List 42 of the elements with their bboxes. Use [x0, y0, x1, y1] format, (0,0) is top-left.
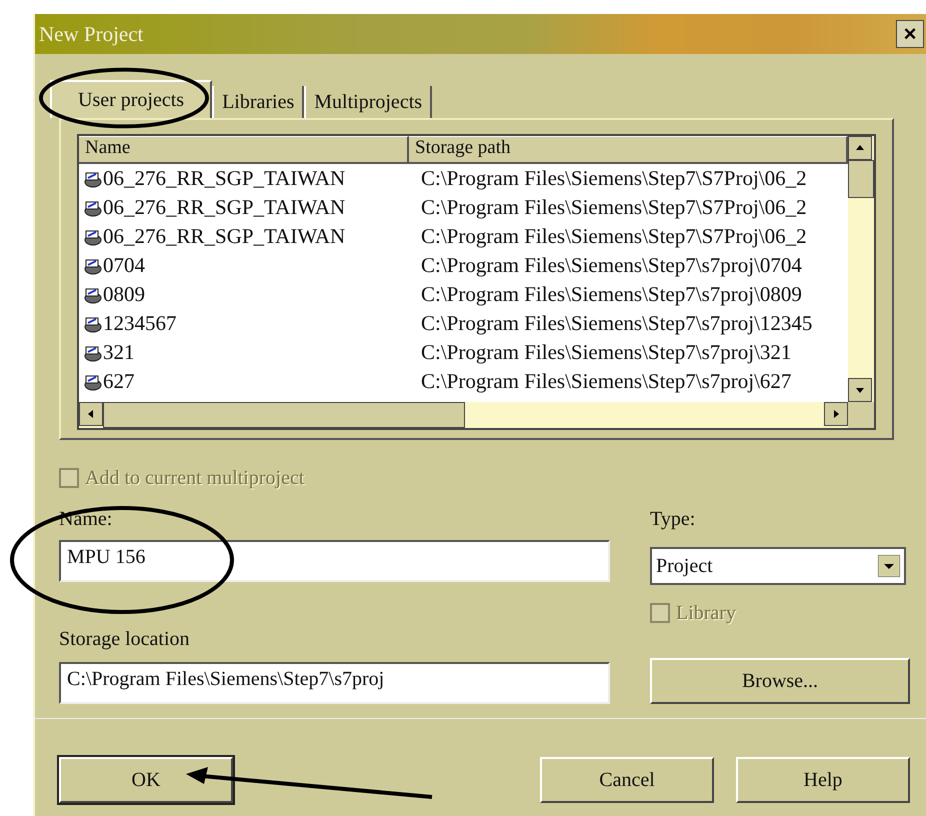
tab[interactable]: Multiprojects — [304, 86, 432, 118]
dropdown-arrow-icon — [878, 555, 900, 577]
table-cell-text: C:\Program Files\Siemens\Step7\s7proj\0704 — [420, 253, 803, 278]
input-field[interactable]: C:\Program Files\Siemens\Step7\s7proj — [59, 662, 610, 704]
window-title: New Project — [39, 22, 144, 46]
table-cell[interactable]: 06_276_RR_SGP_TAIWAN — [79, 166, 413, 191]
cancel-button[interactable]: Cancel — [540, 757, 714, 803]
field-label: Type: — [650, 508, 696, 532]
table-cell[interactable]: 06_276_RR_SGP_TAIWAN — [79, 224, 413, 249]
input-field[interactable]: MPU 156 — [59, 540, 610, 582]
field-label: Storage location — [59, 628, 191, 652]
horizontal-scrollbar[interactable] — [79, 402, 848, 428]
table-cell-text: C:\Program Files\Siemens\Step7\S7Proj\06_2 — [420, 224, 808, 249]
table-cell-text: C:\Program Files\Siemens\Step7\s7proj\12345 — [420, 311, 814, 336]
scroll-down-icon — [848, 378, 872, 402]
tab[interactable]: User projects — [50, 80, 212, 118]
table-cell[interactable]: 627 — [79, 369, 413, 394]
table-cell-text: C:\Program Files\Siemens\Step7\s7proj\321 — [420, 340, 792, 365]
scrollbar-corner — [848, 402, 874, 428]
column-header[interactable]: Storage path — [409, 136, 848, 164]
table-cell[interactable]: 06_276_RR_SGP_TAIWAN — [79, 195, 413, 220]
dropdown[interactable]: Project — [650, 547, 906, 585]
close-button[interactable]: × — [896, 20, 924, 48]
table-cell[interactable]: 0704 — [79, 253, 413, 278]
help-button[interactable]: Help — [736, 757, 910, 803]
vertical-scrollbar[interactable] — [848, 136, 874, 402]
checkbox-label: Add to current multiproject — [85, 466, 304, 490]
scrollbar-thumb[interactable] — [848, 160, 874, 198]
table-cell-text: C:\Program Files\Siemens\Step7\s7proj\0809 — [420, 282, 803, 307]
table-cell[interactable]: 1234567 — [79, 311, 413, 336]
tab[interactable]: Libraries — [212, 86, 304, 118]
scrollbar-thumb[interactable] — [103, 402, 465, 428]
checkbox-label: Library — [676, 602, 736, 624]
table-cell-text: C:\Program Files\Siemens\Step7\S7Proj\06_2 — [420, 195, 808, 220]
ok-button[interactable]: OK — [59, 757, 233, 803]
table-cell-text: C:\Program Files\Siemens\Step7\S7Proj\06_2 — [420, 166, 808, 191]
scroll-right-icon — [824, 402, 848, 426]
browse-button[interactable]: Browse... — [650, 658, 910, 704]
table-cell[interactable]: 321 — [79, 340, 413, 365]
table-cell-text: C:\Program Files\Siemens\Step7\s7proj\627 — [420, 369, 792, 394]
column-header[interactable]: Name — [79, 136, 409, 164]
table-cell[interactable]: 0809 — [79, 282, 413, 307]
